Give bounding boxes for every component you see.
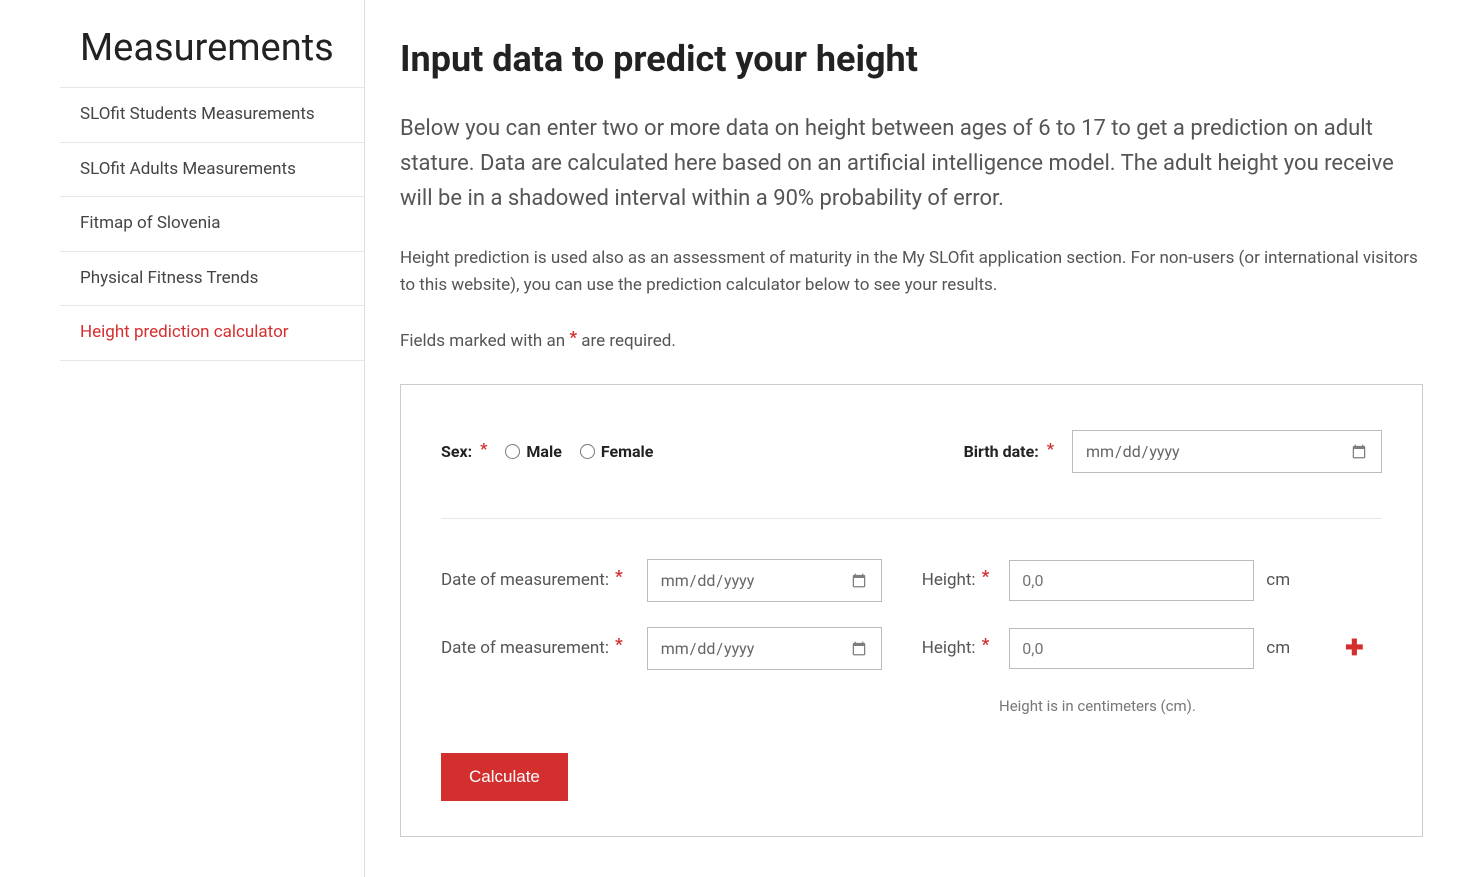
top-row: Sex: * Male Female Birth date: *: [441, 430, 1382, 519]
sidebar-item-adults-measurements[interactable]: SLOfit Adults Measurements: [60, 143, 364, 198]
measurement-row-1: Date of measurement: * Height: * cm: [441, 559, 1382, 602]
radio-female[interactable]: Female: [580, 440, 654, 464]
page-title: Input data to predict your height: [400, 32, 1423, 86]
required-note: Fields marked with an * are required.: [400, 329, 1423, 355]
measurement-date-input-1[interactable]: [647, 559, 882, 602]
height-input-2[interactable]: [1009, 628, 1254, 669]
asterisk-icon: *: [569, 328, 577, 348]
birth-date-label: Birth date: *: [964, 440, 1054, 464]
asterisk-icon: *: [615, 633, 623, 659]
measurement-date-label-2: Date of measurement: *: [441, 636, 623, 662]
asterisk-icon: *: [1047, 439, 1054, 458]
sidebar-item-height-prediction[interactable]: Height prediction calculator: [60, 306, 364, 361]
sidebar: Measurements SLOfit Students Measurement…: [0, 0, 365, 877]
asterisk-icon: *: [615, 565, 623, 591]
unit-label-1: cm: [1266, 568, 1290, 594]
sidebar-item-fitness-trends[interactable]: Physical Fitness Trends: [60, 252, 364, 307]
calculate-button[interactable]: Calculate: [441, 753, 568, 801]
height-hint: Height is in centimeters (cm).: [999, 695, 1382, 718]
birth-date-input[interactable]: [1072, 430, 1382, 473]
sidebar-item-students-measurements[interactable]: SLOfit Students Measurements: [60, 88, 364, 143]
height-label-1: Height: *: [922, 568, 990, 594]
main-content: Input data to predict your height Below …: [365, 0, 1483, 877]
radio-male-label: Male: [526, 440, 561, 464]
radio-female-label: Female: [601, 440, 654, 464]
height-label-2: Height: *: [922, 636, 990, 662]
radio-male-input[interactable]: [505, 444, 520, 459]
height-input-1[interactable]: [1009, 560, 1254, 601]
measurement-row-2: Date of measurement: * Height: * cm ✚: [441, 627, 1382, 670]
asterisk-icon: *: [982, 565, 990, 591]
radio-male[interactable]: Male: [505, 440, 561, 464]
sex-group: Sex: * Male Female: [441, 440, 671, 464]
measurement-date-label-1: Date of measurement: *: [441, 568, 623, 594]
subintro-paragraph: Height prediction is used also as an ass…: [400, 245, 1423, 299]
radio-female-input[interactable]: [580, 444, 595, 459]
form-box: Sex: * Male Female Birth date: *: [400, 384, 1423, 837]
asterisk-icon: *: [480, 439, 487, 458]
birth-group: Birth date: *: [964, 430, 1382, 473]
unit-label-2: cm: [1266, 636, 1290, 662]
sex-label: Sex: *: [441, 440, 487, 464]
required-note-post: are required.: [577, 331, 676, 351]
sidebar-item-fitmap[interactable]: Fitmap of Slovenia: [60, 197, 364, 252]
measurement-date-input-2[interactable]: [647, 627, 882, 670]
required-note-pre: Fields marked with an: [400, 331, 569, 351]
side-nav: SLOfit Students Measurements SLOfit Adul…: [60, 87, 364, 361]
asterisk-icon: *: [982, 633, 990, 659]
add-measurement-icon[interactable]: ✚: [1345, 638, 1363, 660]
sidebar-title: Measurements: [0, 20, 364, 77]
intro-paragraph: Below you can enter two or more data on …: [400, 111, 1423, 217]
